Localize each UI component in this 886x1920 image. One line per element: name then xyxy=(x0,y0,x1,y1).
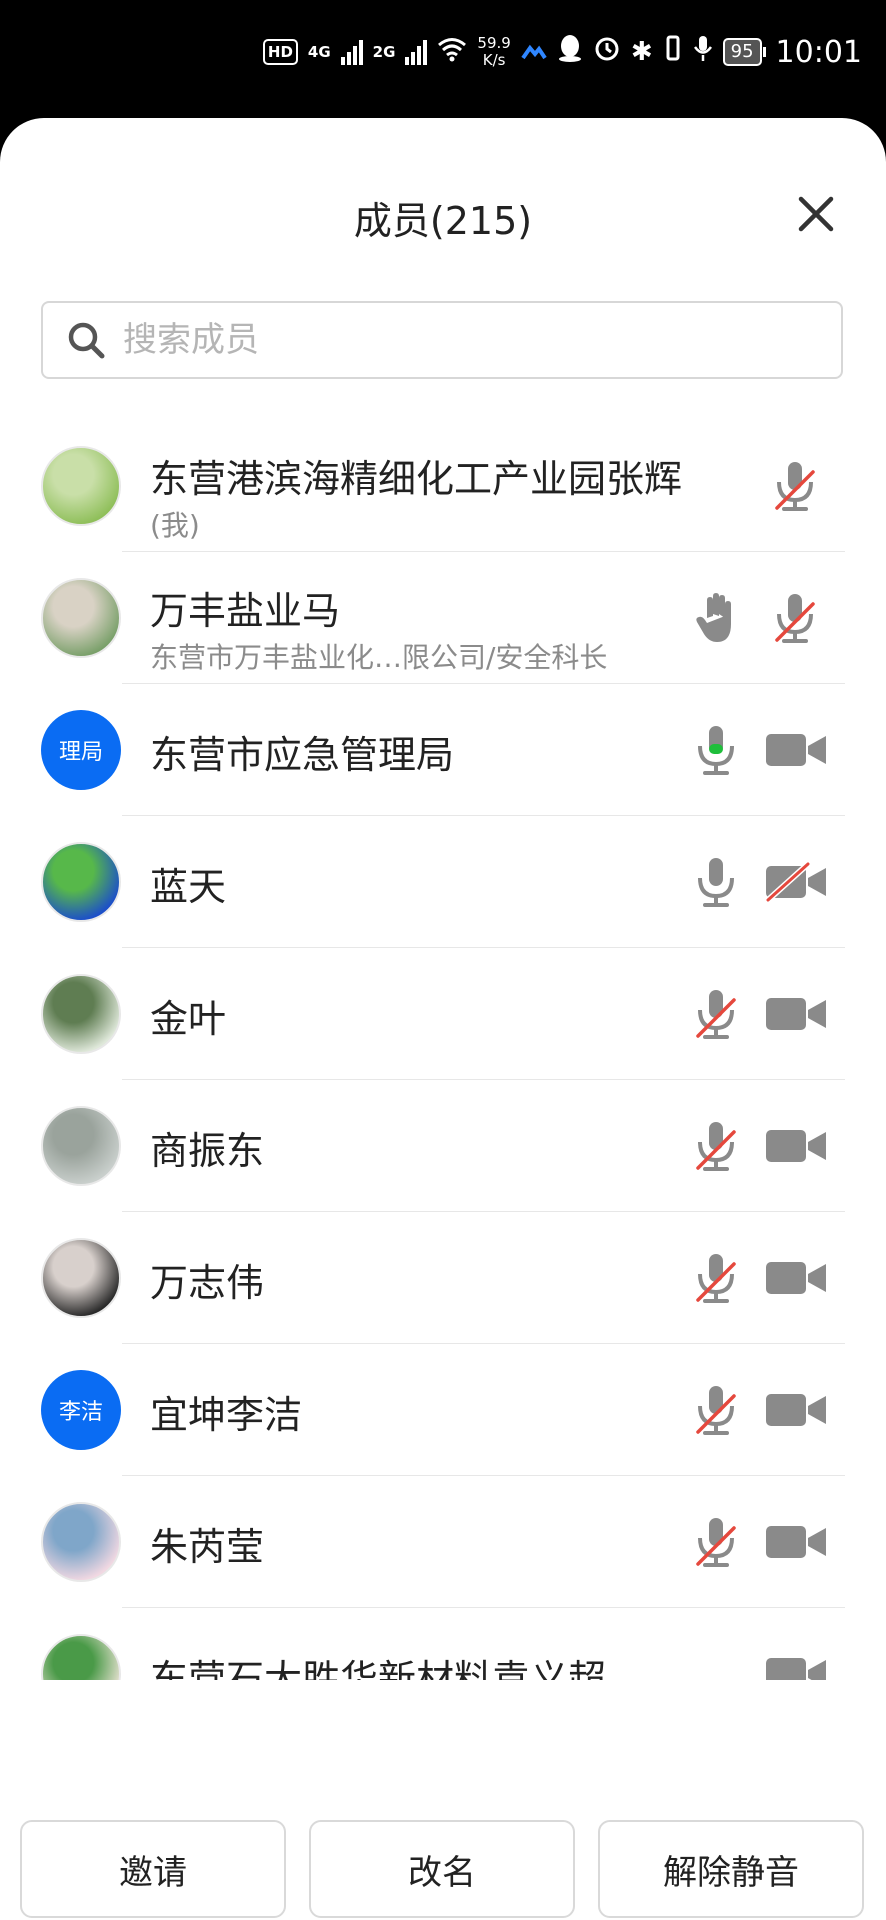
bluetooth-icon: ✱ xyxy=(630,37,653,67)
avatar[interactable]: 李洁 xyxy=(41,1370,121,1450)
member-row[interactable]: 东营石大胜华新材料袁义超 xyxy=(0,1608,886,1680)
member-row[interactable]: 金叶 xyxy=(0,948,886,1080)
mic-muted-icon[interactable] xyxy=(686,1248,746,1308)
avatar[interactable] xyxy=(41,1502,121,1582)
avatar[interactable] xyxy=(41,1106,121,1186)
member-row[interactable]: 万志伟 xyxy=(0,1212,886,1344)
mic-muted-icon[interactable] xyxy=(686,1380,746,1440)
close-icon xyxy=(798,196,834,232)
avatar[interactable] xyxy=(41,578,121,658)
member-subtitle: (我) xyxy=(150,509,200,542)
network-type-2g: 2G xyxy=(372,43,396,61)
search-icon xyxy=(68,322,105,359)
member-row[interactable]: 商振东 xyxy=(0,1080,886,1212)
member-name: 蓝天 xyxy=(150,865,227,909)
signal-icon xyxy=(340,39,363,65)
member-subtitle: 东营市万丰盐业化…限公司/安全科长 xyxy=(150,641,608,674)
member-name: 商振东 xyxy=(150,1129,265,1173)
member-name: 东营市应急管理局 xyxy=(150,733,455,777)
battery-icon: 95 xyxy=(722,38,766,66)
avatar[interactable] xyxy=(41,1238,121,1318)
member-row[interactable]: 李洁 宜坤李洁 xyxy=(0,1344,886,1476)
mic-muted-icon[interactable] xyxy=(765,588,825,648)
raised-hand-icon xyxy=(687,588,747,648)
mic-muted-icon[interactable] xyxy=(765,456,825,516)
camera-off-icon[interactable] xyxy=(764,852,828,912)
member-name: 东营石大胜华新材料袁义超 xyxy=(150,1657,607,1680)
mic-speaking-icon[interactable] xyxy=(686,720,746,780)
search-input[interactable] xyxy=(121,319,765,361)
member-name: 万丰盐业马 xyxy=(150,589,341,633)
rename-button[interactable]: 改名 xyxy=(309,1820,575,1918)
mic-icon[interactable] xyxy=(686,852,746,912)
avatar[interactable] xyxy=(41,1634,121,1680)
member-row[interactable]: 东营港滨海精细化工产业园张辉 (我) xyxy=(0,420,886,552)
member-name: 万志伟 xyxy=(150,1261,265,1305)
page-title: 成员(215) xyxy=(353,199,533,243)
member-name: 金叶 xyxy=(150,997,227,1041)
camera-icon[interactable] xyxy=(764,1644,828,1680)
signal-icon xyxy=(405,39,428,65)
member-row[interactable]: 万丰盐业马东营市万丰盐业化…限公司/安全科长 xyxy=(0,552,886,684)
member-list[interactable]: 东营港滨海精细化工产业园张辉 (我) 万丰盐业马东营市万丰盐业化…限公司/安全科长理… xyxy=(0,420,886,1680)
camera-icon[interactable] xyxy=(764,1512,828,1572)
avatar[interactable]: 理局 xyxy=(41,710,121,790)
qq-icon xyxy=(557,33,583,71)
hd-indicator: HD xyxy=(262,39,298,65)
unmute-button[interactable]: 解除静音 xyxy=(598,1820,864,1918)
search-box[interactable] xyxy=(41,301,843,379)
microphone-status-icon xyxy=(693,34,713,70)
camera-icon[interactable] xyxy=(764,1248,828,1308)
mic-muted-icon[interactable] xyxy=(686,1512,746,1572)
avatar[interactable] xyxy=(41,446,121,526)
close-button[interactable] xyxy=(792,190,840,238)
status-time: 10:01 xyxy=(775,34,862,70)
vibrate-icon xyxy=(663,34,683,70)
members-sheet: 成员(215) 东营港滨海精细化工产业园张辉 (我) 万丰盐业马东营市万丰盐业化…限… xyxy=(0,118,886,1920)
mic-muted-icon[interactable] xyxy=(686,1116,746,1176)
member-name: 宜坤李洁 xyxy=(150,1393,303,1437)
camera-icon[interactable] xyxy=(764,984,828,1044)
member-name: 朱芮莹 xyxy=(150,1525,265,1569)
member-name: 东营港滨海精细化工产业园张辉 xyxy=(150,457,683,501)
status-bar: HD 4G 2G 59.9 K/s ✱ 95 10:01 xyxy=(0,0,886,110)
avatar[interactable] xyxy=(41,842,121,922)
network-type-4g: 4G xyxy=(307,43,331,61)
app-notification-icon xyxy=(521,35,547,70)
member-row[interactable]: 朱芮莹 xyxy=(0,1476,886,1608)
net-speed: 59.9 K/s xyxy=(477,34,511,69)
member-row[interactable]: 蓝天 xyxy=(0,816,886,948)
avatar[interactable] xyxy=(41,974,121,1054)
mic-muted-icon[interactable] xyxy=(686,984,746,1044)
member-row[interactable]: 理局 东营市应急管理局 xyxy=(0,684,886,816)
alarm-icon xyxy=(593,34,621,70)
invite-button[interactable]: 邀请 xyxy=(20,1820,286,1918)
bottom-action-bar: 邀请 改名 解除静音 xyxy=(0,1680,886,1920)
camera-icon[interactable] xyxy=(764,1116,828,1176)
camera-icon[interactable] xyxy=(764,720,828,780)
wifi-icon xyxy=(437,36,467,69)
camera-icon[interactable] xyxy=(764,1380,828,1440)
